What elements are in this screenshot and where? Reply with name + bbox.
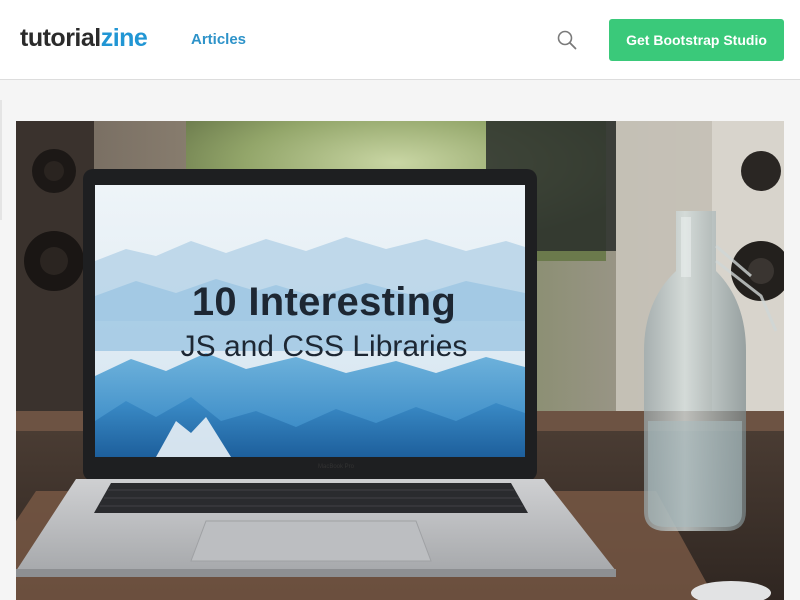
hero-title: 10 Interesting bbox=[191, 280, 457, 324]
logo-text-zine: zine bbox=[100, 24, 148, 52]
top-navbar: tutorialzine Articles Get Bootstrap Stud… bbox=[0, 0, 800, 80]
laptop-model-label: MacBook Pro bbox=[317, 464, 354, 470]
side-divider bbox=[0, 100, 2, 220]
hero-screen-text: 10 Interesting JS and CSS Libraries bbox=[108, 279, 540, 365]
nav-link-articles[interactable]: Articles bbox=[191, 30, 246, 50]
search-icon bbox=[557, 30, 577, 50]
search-button[interactable] bbox=[556, 29, 578, 51]
hero-subtitle: JS and CSS Libraries bbox=[180, 330, 468, 363]
get-bootstrap-studio-button[interactable]: Get Bootstrap Studio bbox=[609, 19, 784, 61]
logo-text-tutorial: tutorial bbox=[20, 24, 101, 52]
hero-article-image[interactable]: 10 Interesting JS and CSS Libraries MacB… bbox=[16, 121, 784, 600]
site-logo[interactable]: tutorialzine bbox=[20, 22, 148, 54]
